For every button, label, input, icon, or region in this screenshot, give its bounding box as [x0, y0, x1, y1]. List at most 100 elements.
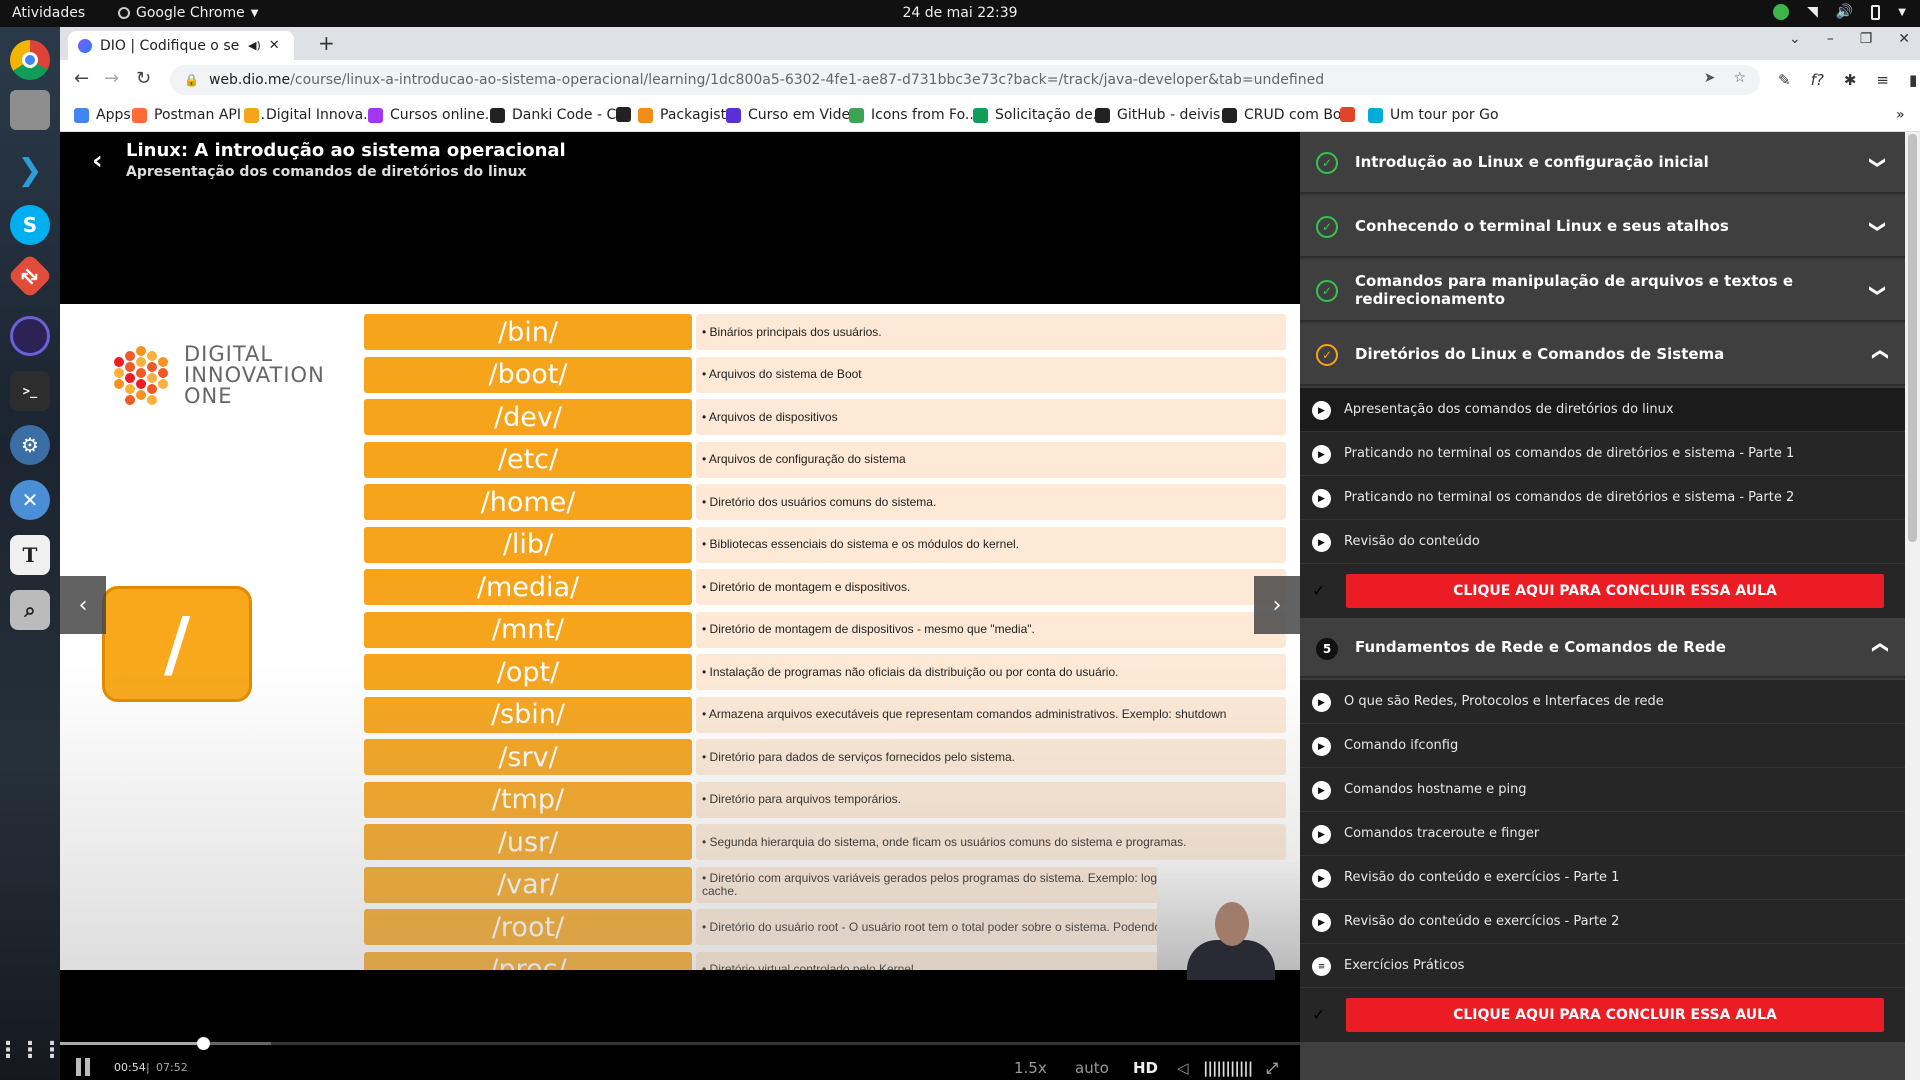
- caret-down-icon: ▼: [250, 7, 259, 19]
- lesson-item[interactable]: ▶ Revisão do conteúdo e exercícios - Part…: [1300, 900, 1905, 944]
- chrome-icon[interactable]: [10, 40, 50, 80]
- files-icon[interactable]: [10, 90, 50, 130]
- chevron-up-icon[interactable]: ❯: [1869, 347, 1888, 360]
- time-separator: |: [146, 1061, 150, 1074]
- lesson-item[interactable]: ▶ Comandos hostname e ping: [1300, 768, 1905, 812]
- back-chevron-icon[interactable]: ‹: [92, 146, 103, 176]
- bookmark-item[interactable]: GitHub - deivis...: [1095, 107, 1234, 123]
- bookmark-item[interactable]: [616, 107, 631, 122]
- lesson-item[interactable]: ▶ Apresentação dos comandos de diretórios…: [1300, 388, 1905, 432]
- skype-icon[interactable]: S: [10, 205, 50, 245]
- module-header[interactable]: 5 Fundamentos de Rede e Comandos de Rede ❯: [1300, 618, 1905, 678]
- volume-slider[interactable]: |||||||||||: [1203, 1059, 1253, 1077]
- scrollbar-thumb[interactable]: [1908, 134, 1917, 542]
- tab-dio[interactable]: DIO | Codifique o seu f ◀) ✕: [68, 31, 294, 60]
- forward-icon[interactable]: →: [104, 68, 119, 89]
- settings-app-icon[interactable]: ⚙: [10, 425, 50, 465]
- typora-icon[interactable]: T: [10, 535, 50, 575]
- send-icon[interactable]: ➤: [1704, 70, 1716, 86]
- minimize-icon[interactable]: –: [1827, 31, 1834, 47]
- bookmark-item[interactable]: Solicitação de...: [973, 107, 1106, 123]
- vscode-icon[interactable]: ❯: [10, 150, 50, 190]
- eclipse-icon[interactable]: [10, 316, 50, 356]
- bookmark-item[interactable]: Icons from Fo...: [849, 107, 978, 123]
- module-header[interactable]: ✓ Introdução ao Linux e configuração inic…: [1300, 132, 1905, 194]
- show-apps-icon[interactable]: ⋮⋮⋮: [0, 1030, 63, 1070]
- tab-close-icon[interactable]: ✕: [269, 38, 280, 53]
- lock-icon[interactable]: 🔒: [184, 73, 199, 87]
- maximize-icon[interactable]: ❐: [1860, 31, 1873, 47]
- directory-description: • Segunda hierarquia do sistema, onde fi…: [696, 824, 1286, 860]
- module-header[interactable]: ✓ Diretórios do Linux e Comandos de Siste…: [1300, 324, 1905, 386]
- dbeaver-icon[interactable]: ✕: [10, 480, 50, 520]
- directory-name: /bin/: [364, 314, 692, 350]
- git-app-icon[interactable]: ⇄: [7, 253, 53, 299]
- progress-knob[interactable]: [196, 1037, 210, 1050]
- search-app-icon[interactable]: ⌕: [10, 590, 50, 630]
- extensions-icon[interactable]: ✱: [1844, 71, 1857, 89]
- lesson-item[interactable]: ▶ Comandos traceroute e finger: [1300, 812, 1905, 856]
- volume-icon[interactable]: ◁: [1177, 1059, 1189, 1077]
- wifi-icon[interactable]: ◥: [1807, 4, 1818, 20]
- hd-button[interactable]: HD: [1133, 1059, 1158, 1077]
- bookmark-item[interactable]: Curso em Vide...: [726, 107, 863, 123]
- lesson-item[interactable]: ▶ Revisão do conteúdo e exercícios - Part…: [1300, 856, 1905, 900]
- prev-slide-button[interactable]: ‹: [60, 576, 106, 634]
- speed-button[interactable]: 1.5x: [1014, 1059, 1047, 1077]
- lesson-item[interactable]: ▶ Praticando no terminal os comandos de d…: [1300, 432, 1905, 476]
- audio-icon[interactable]: ◀): [248, 39, 261, 52]
- quality-auto-button[interactable]: auto: [1075, 1059, 1109, 1077]
- lesson-item[interactable]: ▶ Praticando no terminal os comandos de d…: [1300, 476, 1905, 520]
- address-bar[interactable]: 🔒 web.dio.me/course/linux-a-introducao-a…: [170, 65, 1760, 95]
- lesson-item[interactable]: ▶ Revisão do conteúdo: [1300, 520, 1905, 564]
- close-window-icon[interactable]: ✕: [1898, 31, 1910, 47]
- formula-icon[interactable]: f?: [1811, 71, 1824, 89]
- lesson-item[interactable]: ▶ O que são Redes, Protocolos e Interface…: [1300, 680, 1905, 724]
- bookmark-item[interactable]: Digital Innova...: [244, 107, 377, 123]
- bookmarks-overflow-icon[interactable]: »: [1896, 107, 1905, 123]
- status-check-icon[interactable]: [1773, 4, 1790, 20]
- complete-lesson-button[interactable]: CLIQUE AQUI PARA CONCLUIR ESSA AULA: [1346, 998, 1884, 1032]
- system-tray[interactable]: ◥ 🔊 ▼: [1773, 4, 1906, 20]
- lesson-item[interactable]: ≡ Exercícios Práticos: [1300, 944, 1905, 988]
- battery-icon[interactable]: [1871, 4, 1881, 20]
- volume-icon[interactable]: 🔊: [1836, 4, 1853, 20]
- chevron-up-icon[interactable]: ❯: [1869, 640, 1888, 653]
- bookmark-star-icon[interactable]: ☆: [1733, 70, 1746, 86]
- back-icon[interactable]: ←: [74, 68, 89, 89]
- new-tab-button[interactable]: +: [318, 31, 335, 55]
- lesson-item[interactable]: ▶ Comando ifconfig: [1300, 724, 1905, 768]
- pause-icon[interactable]: [76, 1058, 90, 1076]
- bookmark-item[interactable]: [1340, 107, 1355, 122]
- chevron-down-icon[interactable]: ❯: [1869, 283, 1888, 296]
- bookmark-item[interactable]: Apps: [74, 107, 131, 123]
- chevron-down-icon[interactable]: ❯: [1869, 155, 1888, 168]
- activities-button[interactable]: Atividades: [12, 5, 85, 21]
- bookmark-item[interactable]: CRUD com Bo...: [1222, 107, 1355, 123]
- bookmark-item[interactable]: Um tour por Go: [1368, 107, 1499, 123]
- reload-icon[interactable]: ↻: [136, 68, 151, 89]
- video-frame[interactable]: DIGITAL INNOVATION ONE / /bin/• Binários…: [60, 304, 1300, 970]
- eyedropper-icon[interactable]: ✎: [1778, 71, 1791, 89]
- next-slide-button[interactable]: ›: [1254, 576, 1300, 634]
- progress-bar[interactable]: [60, 1037, 1300, 1050]
- module-header[interactable]: ✓ Conhecendo o terminal Linux e seus atal…: [1300, 196, 1905, 258]
- sidebar-scrollbar[interactable]: [1905, 132, 1920, 1080]
- power-menu-icon[interactable]: ▼: [1898, 7, 1906, 18]
- complete-lesson-button[interactable]: CLIQUE AQUI PARA CONCLUIR ESSA AULA: [1346, 574, 1884, 608]
- bookmark-item[interactable]: Danki Code - C...: [490, 107, 630, 123]
- bookmark-item[interactable]: Packagist: [638, 107, 726, 123]
- side-panel-icon[interactable]: ▮: [1909, 71, 1917, 89]
- bookmark-favicon-icon: [132, 107, 147, 123]
- module-header[interactable]: ✓ Comandos para manipulação de arquivos e…: [1300, 260, 1905, 322]
- reading-list-icon[interactable]: ≡: [1876, 71, 1889, 89]
- clock[interactable]: 24 de mai 22:39: [0, 5, 1920, 21]
- terminal-icon[interactable]: >_: [10, 371, 50, 411]
- play-circle-icon: ▶: [1312, 869, 1331, 888]
- tab-search-icon[interactable]: ⌄: [1789, 31, 1801, 47]
- bookmark-item[interactable]: Cursos online...: [368, 107, 498, 123]
- app-menu[interactable]: Google Chrome ▼: [118, 5, 258, 21]
- fullscreen-icon[interactable]: ⤢: [1266, 1059, 1278, 1077]
- chevron-down-icon[interactable]: ❯: [1869, 219, 1888, 232]
- module-header[interactable]: [1300, 1042, 1905, 1080]
